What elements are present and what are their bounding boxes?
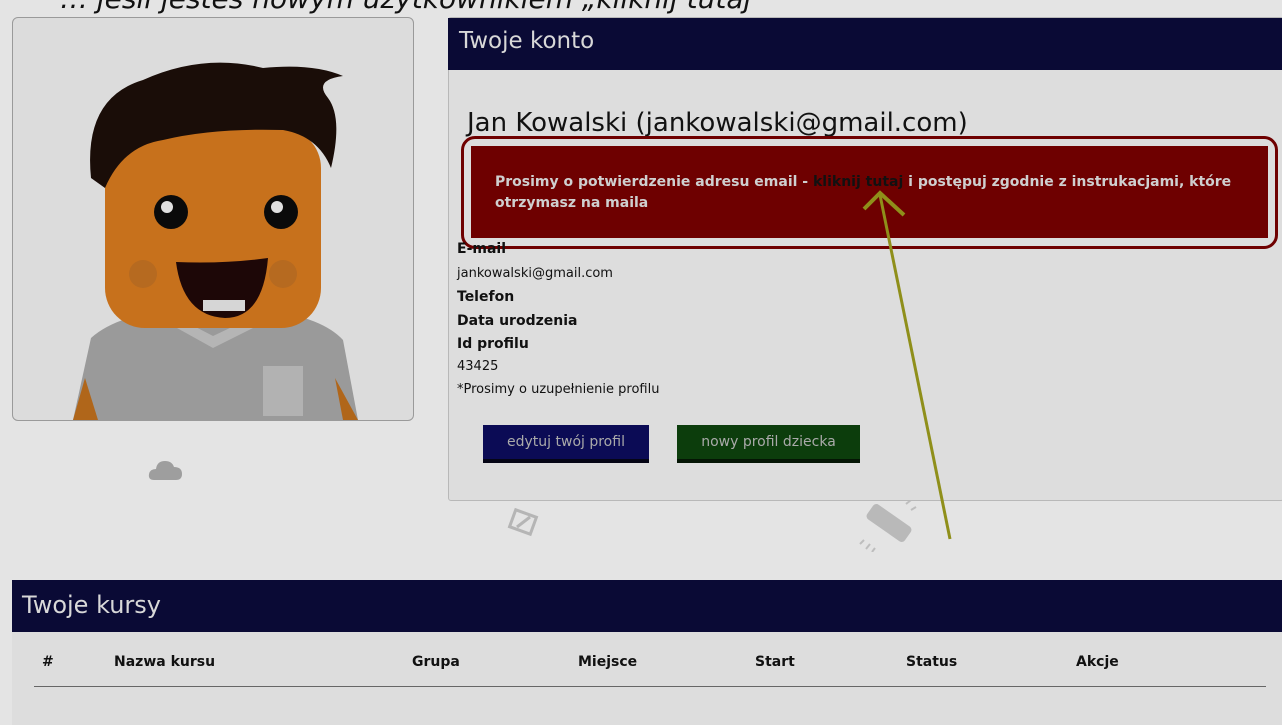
column-header-actions: Akcje: [1076, 654, 1119, 670]
new-child-profile-button[interactable]: nowy profil dziecka: [677, 425, 860, 463]
column-header-place: Miejsce: [578, 654, 638, 670]
column-header-start: Start: [755, 654, 795, 670]
birthdate-label: Data urodzenia: [457, 313, 578, 329]
cartoon-avatar-icon: [73, 62, 358, 420]
avatar: [12, 17, 414, 421]
alert-text-before: Prosimy o potwierdzenie adresu email -: [495, 174, 813, 190]
column-header-status: Status: [906, 654, 958, 670]
courses-header: [12, 580, 1282, 632]
edit-profile-button[interactable]: edytuj twój profil: [483, 425, 649, 463]
table-divider: [34, 686, 1266, 687]
column-header-group: Grupa: [412, 654, 460, 670]
profile-id-value: 43425: [457, 359, 499, 374]
column-header-course-name: Nazwa kursu: [114, 654, 216, 670]
email-value: jankowalski@gmail.com: [457, 266, 613, 281]
email-label: E-mail: [457, 241, 507, 257]
courses-table: [12, 632, 1282, 725]
cloud-icon: [148, 461, 182, 480]
pencil-icon: [507, 507, 539, 537]
top-caption: … jeśli jesteś nowym użytkownikiem „klik…: [60, 0, 766, 15]
account-title: Twoje konto: [459, 28, 595, 54]
profile-note: *Prosimy o uzupełnienie profilu: [457, 382, 660, 397]
annotation-arrow-icon: [862, 190, 952, 540]
profile-id-label: Id profilu: [457, 336, 529, 352]
column-header-number: #: [42, 654, 54, 670]
user-name: Jan Kowalski (jankowalski@gmail.com): [467, 108, 968, 138]
phone-label: Telefon: [457, 289, 515, 305]
courses-title: Twoje kursy: [22, 591, 162, 619]
page: … jeśli jesteś nowym użytkownikiem „klik…: [0, 0, 1282, 725]
